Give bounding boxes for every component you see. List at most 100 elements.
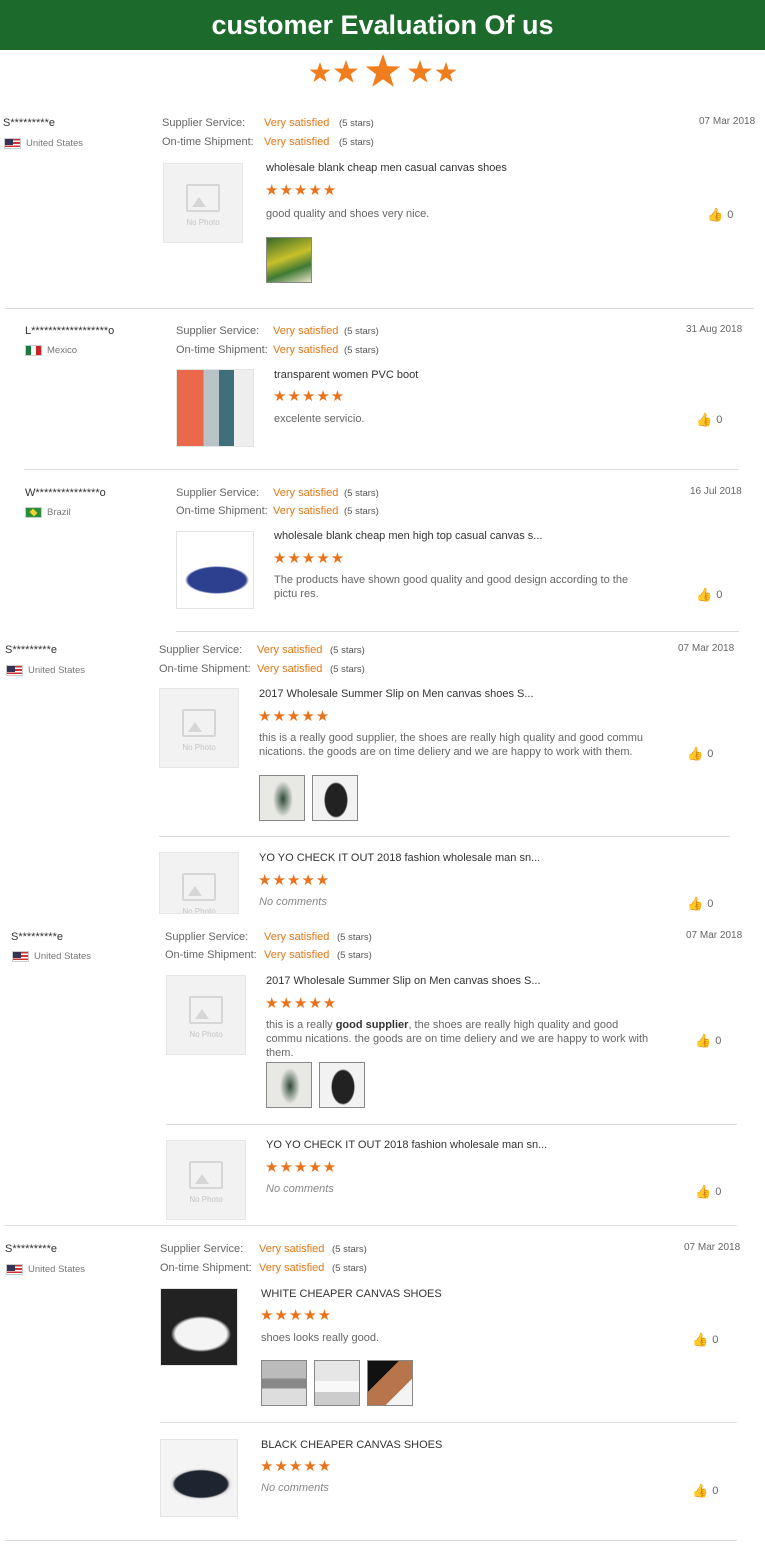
review-photo-thumbnail[interactable] <box>261 1360 307 1406</box>
like-button[interactable]: 👍 0 <box>696 412 722 428</box>
thumbs-up-icon: 👍 <box>707 207 724 222</box>
divider <box>160 1422 737 1423</box>
supplier-service-label: Supplier Service: <box>165 931 249 943</box>
product-image[interactable] <box>176 369 254 447</box>
product-rating-stars: ★★★★★ <box>265 1159 338 1176</box>
review-photo-thumbnail[interactable] <box>259 775 305 821</box>
supplier-service-value: Very satisfied <box>273 325 339 337</box>
divider <box>166 1124 737 1125</box>
product-title[interactable]: BLACK CHEAPER CANVAS SHOES <box>261 1439 442 1451</box>
product-image[interactable] <box>176 531 254 609</box>
product-title[interactable]: YO YO CHECK IT OUT 2018 fashion wholesal… <box>259 852 540 864</box>
like-button[interactable]: 👍 0 <box>687 896 713 912</box>
ontime-shipment-stars: (5 stars) <box>339 137 374 148</box>
supplier-service-label: Supplier Service: <box>159 644 243 656</box>
five-star-rating-icon <box>0 54 765 94</box>
product-image-placeholder[interactable]: No Photo <box>159 852 239 914</box>
like-button[interactable]: 👍 0 <box>692 1483 718 1499</box>
ontime-shipment-label: On-time Shipment: <box>162 136 254 148</box>
review-comment: this is a really good supplier, the shoe… <box>259 732 644 758</box>
product-rating-stars: ★★★★★ <box>258 872 331 889</box>
product-title[interactable]: wholesale blank cheap men casual canvas … <box>266 162 507 174</box>
like-button[interactable]: 👍 0 <box>696 587 722 603</box>
product-rating-stars: ★★★★★ <box>265 995 338 1012</box>
thumbs-up-icon: 👍 <box>695 1033 712 1048</box>
ontime-shipment-value: Very satisfied <box>273 505 339 517</box>
ontime-shipment-stars: (5 stars) <box>332 1263 367 1274</box>
review-photo-thumbnail[interactable] <box>266 1062 312 1108</box>
review-date: 07 Mar 2018 <box>684 1242 741 1253</box>
page-banner: customer Evaluation Of us <box>0 0 765 50</box>
supplier-service-stars: (5 stars) <box>339 118 374 129</box>
like-button[interactable]: 👍 0 <box>687 746 713 762</box>
reviewer-country: United States <box>4 138 83 149</box>
ontime-shipment-stars: (5 stars) <box>344 345 379 356</box>
image-icon <box>186 184 220 212</box>
review-photo-thumbnail[interactable] <box>312 775 358 821</box>
ontime-shipment-label: On-time Shipment: <box>176 505 268 517</box>
ontime-shipment-value: Very satisfied <box>259 1262 325 1274</box>
like-button[interactable]: 👍 0 <box>695 1033 721 1049</box>
review-date: 07 Mar 2018 <box>699 116 756 127</box>
supplier-service-stars: (5 stars) <box>337 932 372 943</box>
no-comments-text: No comments <box>259 896 327 908</box>
review-photo-thumbnail[interactable] <box>314 1360 360 1406</box>
like-button[interactable]: 👍 0 <box>707 207 733 223</box>
supplier-service-stars: (5 stars) <box>344 326 379 337</box>
product-image[interactable] <box>160 1439 238 1517</box>
supplier-service-value: Very satisfied <box>257 644 323 656</box>
divider <box>176 631 739 632</box>
supplier-service-value: Very satisfied <box>259 1243 325 1255</box>
us-flag-icon <box>12 951 29 962</box>
review-photo-thumbnail[interactable] <box>266 237 312 283</box>
us-flag-icon <box>6 665 23 676</box>
like-button[interactable]: 👍 0 <box>695 1184 721 1200</box>
reviewer-name: S*********e <box>3 117 55 129</box>
us-flag-icon <box>4 138 21 149</box>
product-image-placeholder[interactable]: No Photo <box>166 1140 246 1220</box>
supplier-service-stars: (5 stars) <box>344 488 379 499</box>
supplier-service-stars: (5 stars) <box>332 1244 367 1255</box>
review-date: 07 Mar 2018 <box>678 643 735 654</box>
product-title[interactable]: 2017 Wholesale Summer Slip on Men canvas… <box>259 688 534 700</box>
reviewer-country: Mexico <box>25 345 77 356</box>
thumbs-up-icon: 👍 <box>692 1332 709 1347</box>
ontime-shipment-label: On-time Shipment: <box>159 663 251 675</box>
supplier-service-label: Supplier Service: <box>176 325 260 337</box>
product-title[interactable]: wholesale blank cheap men high top casua… <box>274 530 542 542</box>
like-button[interactable]: 👍 0 <box>692 1332 718 1348</box>
product-title[interactable]: 2017 Wholesale Summer Slip on Men canvas… <box>266 975 541 987</box>
reviewer-name: S*********e <box>11 931 63 943</box>
banner-title: customer Evaluation Of us <box>211 9 554 40</box>
supplier-service-label: Supplier Service: <box>176 487 260 499</box>
brazil-flag-icon <box>25 507 42 518</box>
review-date: 31 Aug 2018 <box>686 324 743 335</box>
product-image[interactable] <box>160 1288 238 1366</box>
divider <box>5 1540 737 1541</box>
product-title[interactable]: YO YO CHECK IT OUT 2018 fashion wholesal… <box>266 1139 547 1151</box>
ontime-shipment-value: Very satisfied <box>257 663 323 675</box>
review-photo-thumbnail[interactable] <box>367 1360 413 1406</box>
supplier-service-value: Very satisfied <box>273 487 339 499</box>
thumbs-up-icon: 👍 <box>696 587 713 602</box>
review-photo-thumbnail[interactable] <box>319 1062 365 1108</box>
reviewer-country: United States <box>6 665 85 676</box>
review-comment: this is a really good supplier, the shoe… <box>266 1019 649 1059</box>
product-rating-stars: ★★★★★ <box>265 182 338 199</box>
product-image-placeholder[interactable]: No Photo <box>159 688 239 768</box>
divider <box>5 308 754 309</box>
divider <box>24 469 739 470</box>
ontime-shipment-value: Very satisfied <box>273 344 339 356</box>
review-date: 07 Mar 2018 <box>686 930 743 941</box>
product-image-placeholder[interactable]: No Photo <box>166 975 246 1055</box>
supplier-service-stars: (5 stars) <box>330 645 365 656</box>
reviewer-name: S*********e <box>5 644 57 656</box>
reviewer-name: W***************o <box>25 487 106 499</box>
product-title[interactable]: WHITE CHEAPER CANVAS SHOES <box>261 1288 442 1300</box>
image-icon <box>182 873 216 901</box>
image-icon <box>189 1161 223 1189</box>
product-title[interactable]: transparent women PVC boot <box>274 369 418 381</box>
product-image-placeholder[interactable]: No Photo <box>163 163 243 243</box>
ontime-shipment-label: On-time Shipment: <box>176 344 268 356</box>
product-rating-stars: ★★★★★ <box>260 1458 333 1475</box>
